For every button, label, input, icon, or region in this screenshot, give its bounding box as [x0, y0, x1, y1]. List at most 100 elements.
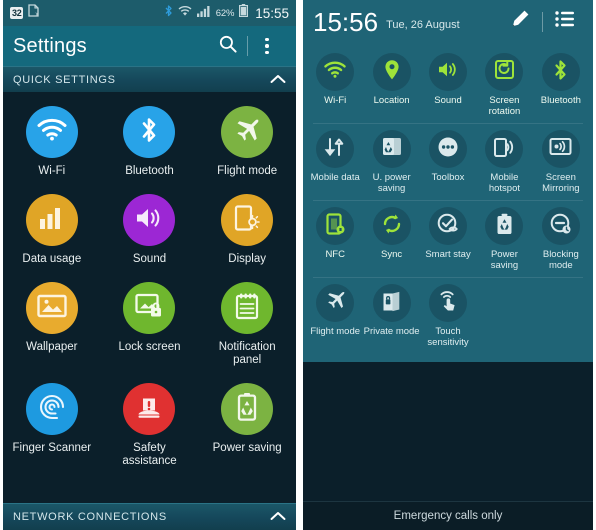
quick-toggle-row: Wi-Fi Location Sound Screen rotation Blu…	[307, 49, 589, 121]
tile-icon-bubble	[25, 282, 78, 334]
quick-toggle-bluetooth[interactable]: Bluetooth	[533, 49, 589, 121]
quick-panel-header-buttons	[502, 4, 583, 40]
toggle-label: Mobile data	[310, 172, 360, 183]
toggle-row-divider	[313, 277, 583, 278]
quick-toggle-sound[interactable]: Sound	[420, 49, 476, 121]
tile-icon-bubble	[25, 194, 78, 246]
settings-tile-grid: Wi-Fi Bluetooth Flight mode Data usage S…	[3, 92, 296, 474]
settings-tile-notification-panel[interactable]: Notification panel	[198, 274, 296, 373]
toggle-bubble	[429, 130, 468, 168]
settings-tile-safety-assistance[interactable]: Safety assistance	[101, 375, 199, 474]
tile-label: Data usage	[22, 253, 82, 265]
document-x-icon: x	[28, 4, 40, 22]
bluetooth-icon	[139, 115, 159, 150]
edit-button[interactable]	[502, 4, 538, 40]
toggle-label: Blocking mode	[542, 249, 579, 271]
airplane-icon	[232, 115, 262, 150]
carrier-status-label: Emergency calls only	[393, 510, 503, 522]
quick-toggle-location[interactable]: Location	[363, 49, 419, 121]
data-arrows-icon	[324, 137, 346, 162]
settings-tile-finger-scanner[interactable]: Finger Scanner	[3, 375, 101, 474]
settings-tile-power-saving[interactable]: Power saving	[198, 375, 296, 474]
settings-tile-flight-mode[interactable]: Flight mode	[198, 98, 296, 184]
toggle-bubble	[485, 53, 524, 91]
quick-toggle-toolbox[interactable]: Toolbox	[420, 126, 476, 198]
tile-label: Bluetooth	[125, 165, 174, 177]
network-connections-section-header[interactable]: NETWORK CONNECTIONS	[3, 503, 296, 530]
toggle-bubble	[372, 207, 411, 245]
speaker-icon	[134, 205, 164, 236]
notification-count-badge: 32	[10, 7, 24, 19]
quick-settings-panel: 15:56 Tue, 26 August Wi-Fi Location Soun…	[303, 0, 593, 530]
toggle-bubble	[485, 130, 524, 168]
quick-toggle-wifi[interactable]: Wi-Fi	[307, 49, 363, 121]
toolbox-dots-icon	[437, 136, 459, 163]
quick-toggle-private-mode[interactable]: Private mode	[363, 280, 420, 352]
bar-chart-icon	[39, 206, 65, 235]
battery-icon	[239, 4, 249, 22]
toggle-bubble	[429, 207, 468, 245]
quick-panel-header: 15:56 Tue, 26 August	[303, 0, 593, 43]
toggle-bubble	[541, 53, 580, 91]
quick-toggle-row: Flight mode Private mode Touch sensitivi…	[307, 280, 589, 352]
toggle-label: Wi-Fi	[324, 95, 347, 106]
toggle-bubble	[429, 284, 468, 322]
quick-toggle-row: NFC Sync Smart stay Power saving Blockin…	[307, 203, 589, 275]
settings-tile-wifi[interactable]: Wi-Fi	[3, 98, 101, 184]
quick-toggle-sync[interactable]: Sync	[363, 203, 419, 275]
brightness-icon	[233, 204, 261, 237]
toggle-label: Sound	[434, 95, 462, 106]
status-bar-clock: 15:55	[255, 5, 289, 21]
battery-percent-label: 62%	[215, 7, 235, 19]
search-button[interactable]	[209, 27, 247, 65]
quick-toggle-screen-mirroring[interactable]: Screen Mirroring	[533, 126, 589, 198]
speaker-icon	[437, 60, 459, 84]
settings-tile-wallpaper[interactable]: Wallpaper	[3, 274, 101, 373]
quick-toggle-nfc[interactable]: NFC	[307, 203, 363, 275]
notepad-icon	[235, 292, 259, 325]
quick-toggle-row: Mobile data U. power saving Toolbox Mobi…	[307, 126, 589, 198]
quick-toggle-ultra-power-saving[interactable]: U. power saving	[363, 126, 419, 198]
quick-settings-section-header[interactable]: QUICK SETTINGS	[3, 66, 296, 92]
chevron-up-icon	[270, 71, 286, 89]
quick-toggle-touch-sensitivity[interactable]: Touch sensitivity	[420, 280, 476, 352]
overflow-menu-icon	[265, 37, 269, 55]
toggle-bubble	[372, 284, 411, 322]
toggle-bubble	[316, 284, 355, 322]
tile-icon-bubble	[123, 282, 176, 334]
quick-toggle-screen-rotation[interactable]: Screen rotation	[476, 49, 532, 121]
settings-tile-sound[interactable]: Sound	[101, 186, 199, 272]
signal-bars-icon	[196, 4, 211, 22]
tile-icon-bubble	[123, 383, 176, 435]
settings-tile-lock-screen[interactable]: Lock screen	[101, 274, 199, 373]
action-bar-buttons	[209, 27, 286, 65]
toggle-bubble	[316, 130, 355, 168]
screenshot-root: 32 x 62% 15:55 Settings QUICK SETTINGS W…	[0, 0, 596, 530]
quick-toggle-mobile-data[interactable]: Mobile data	[307, 126, 363, 198]
list-icon	[555, 10, 575, 33]
location-pin-icon	[384, 59, 400, 86]
quick-toggle-mobile-hotspot[interactable]: Mobile hotspot	[476, 126, 532, 198]
nfc-icon	[326, 212, 345, 240]
settings-tile-data-usage[interactable]: Data usage	[3, 186, 101, 272]
settings-tile-bluetooth[interactable]: Bluetooth	[101, 98, 199, 184]
list-view-button[interactable]	[547, 4, 583, 40]
settings-tile-display[interactable]: Display	[198, 186, 296, 272]
battery-recycle-icon	[236, 392, 258, 427]
tile-icon-bubble	[25, 383, 78, 435]
quick-toggle-flight-mode[interactable]: Flight mode	[307, 280, 363, 352]
quick-toggle-power-saving[interactable]: Power saving	[476, 203, 532, 275]
picture-icon	[37, 294, 67, 323]
tile-label: Wallpaper	[26, 341, 78, 353]
toggle-bubble	[316, 207, 355, 245]
quick-toggle-smart-stay[interactable]: Smart stay	[420, 203, 476, 275]
panel-gap	[296, 0, 303, 530]
toggle-label: NFC	[325, 249, 345, 260]
quick-toggle-blocking-mode[interactable]: Blocking mode	[533, 203, 589, 275]
quick-panel-date: Tue, 26 August	[386, 19, 460, 31]
toggle-label: U. power saving	[372, 172, 411, 194]
action-bar: Settings	[3, 26, 296, 66]
overflow-menu-button[interactable]	[248, 27, 286, 65]
airplane-icon	[324, 289, 347, 317]
settings-screen: 32 x 62% 15:55 Settings QUICK SETTINGS W…	[3, 0, 296, 530]
